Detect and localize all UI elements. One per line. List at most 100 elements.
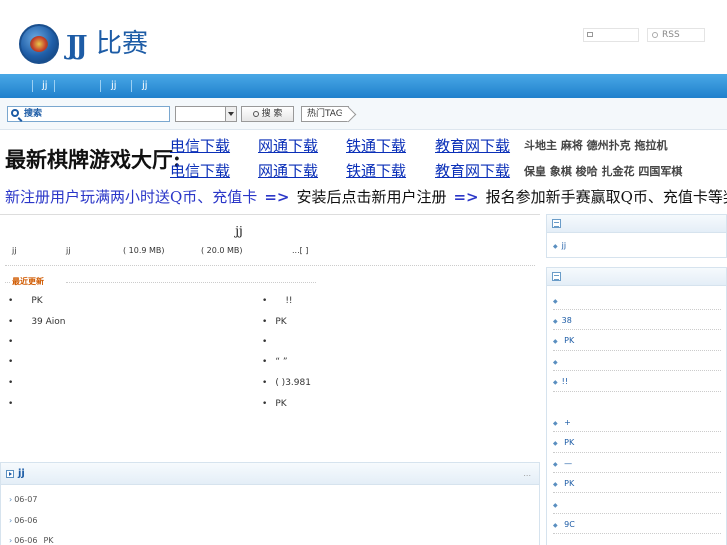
- nav-separator: [32, 80, 33, 92]
- article-read-more[interactable]: ...[ ]: [292, 246, 308, 255]
- sidebar-item[interactable]: ◆: [553, 357, 562, 366]
- recent-item[interactable]: •: [8, 357, 31, 367]
- download-tietong-link[interactable]: 铁通下载: [346, 137, 406, 155]
- divider: [5, 265, 535, 266]
- sidebar-item[interactable]: ◆ PK: [553, 479, 574, 488]
- recent-item[interactable]: • PK: [262, 399, 287, 409]
- logo-globe-icon[interactable]: [19, 24, 59, 64]
- recent-item[interactable]: •: [8, 337, 31, 347]
- recent-item[interactable]: • PK: [262, 317, 287, 327]
- download-netcom-link[interactable]: 网通下载: [258, 137, 318, 155]
- arrow-icon: =>: [453, 188, 479, 206]
- top-link-box[interactable]: [583, 28, 639, 42]
- recent-item[interactable]: • PK: [8, 296, 43, 306]
- divider: [553, 370, 721, 371]
- divider: [66, 282, 316, 283]
- divider: [553, 533, 721, 534]
- download-telecom-link-2[interactable]: 电信下载: [170, 162, 230, 180]
- sidebar-item[interactable]: ◆ —: [553, 459, 572, 468]
- game-list-row1[interactable]: 斗地主 麻将 德州扑克 拖拉机: [524, 139, 668, 153]
- news-list-box: jj ... › 06-07 › 06-06 › 06-06 PK: [0, 462, 540, 545]
- nav-item-3[interactable]: jj: [142, 80, 148, 92]
- main-article: jj jj jj ( 10.9 MB) ( 20.0 MB) ...[ ] 最近…: [0, 214, 540, 457]
- recent-item[interactable]: •: [8, 399, 31, 409]
- nav-item-2[interactable]: jj: [111, 80, 117, 92]
- download-netcom-link-2[interactable]: 网通下载: [258, 162, 318, 180]
- recent-item[interactable]: • 39 Aion: [8, 317, 66, 327]
- download-tietong-link-2[interactable]: 铁通下载: [346, 162, 406, 180]
- nav-bar: jj jj jj: [0, 74, 727, 98]
- article-size-2: ( 20.0 MB): [201, 246, 243, 255]
- news-list-title[interactable]: jj: [18, 468, 25, 479]
- play-icon: [6, 470, 14, 478]
- logo-jj[interactable]: JJ: [66, 33, 88, 59]
- divider: [553, 391, 721, 392]
- search-input-label: 搜索: [24, 109, 43, 119]
- search-input[interactable]: 搜索: [7, 106, 170, 122]
- search-icon: [11, 109, 19, 117]
- divider: [553, 513, 721, 514]
- recent-item[interactable]: • “ ”: [262, 357, 288, 367]
- divider: [553, 492, 721, 493]
- document-icon: [552, 219, 561, 228]
- sidebar-item[interactable]: ◆: [553, 296, 562, 305]
- chevron-down-icon[interactable]: [225, 107, 236, 121]
- sidebar-item[interactable]: ◆ PK: [553, 336, 574, 345]
- banner-title: 最新棋牌游戏大厅:: [5, 147, 181, 172]
- divider: [553, 350, 721, 351]
- game-list-row2[interactable]: 保皇 象棋 梭哈 扎金花 四国军棋: [524, 165, 682, 179]
- sidebar-item[interactable]: ◆ 38: [553, 316, 572, 325]
- mail-icon: [587, 32, 593, 37]
- recent-heading: 最近更新: [12, 277, 44, 286]
- search-button[interactable]: 搜 索: [241, 106, 294, 122]
- divider: [553, 329, 721, 330]
- recent-item[interactable]: •: [262, 337, 285, 347]
- list-item[interactable]: › 06-07: [9, 495, 43, 504]
- recent-item[interactable]: •!!: [262, 296, 293, 306]
- hot-tag-button[interactable]: 热门TAG: [301, 106, 349, 122]
- news-list-header: jj ...: [1, 463, 539, 485]
- search-category-select[interactable]: [175, 106, 237, 122]
- divider: [553, 431, 721, 432]
- nav-separator: [131, 80, 132, 92]
- article-title: jj: [235, 224, 243, 238]
- list-item[interactable]: › 06-06 PK: [9, 536, 54, 545]
- header: JJ 比赛 RSS: [0, 0, 727, 74]
- sidebar-box-1: ◆ jj: [546, 214, 727, 258]
- sidebar-item[interactable]: ◆!!: [553, 377, 568, 386]
- recent-item[interactable]: •: [8, 378, 31, 388]
- sidebar-item[interactable]: ◆ 9C: [553, 520, 575, 529]
- recent-item[interactable]: •( )3.981: [262, 378, 311, 388]
- document-icon: [552, 272, 561, 281]
- search-icon: [252, 111, 259, 117]
- nav-separator: [54, 80, 55, 92]
- list-item[interactable]: › 06-06: [9, 516, 43, 525]
- divider: [553, 472, 721, 473]
- search-row: 搜索 搜 索 热门TAG: [0, 98, 727, 130]
- promo-text-3: 报名参加新手赛赢取Q币、充值卡等奖励: [485, 188, 727, 206]
- arrow-icon: =>: [264, 188, 290, 206]
- logo-text[interactable]: 比赛: [96, 28, 148, 60]
- rss-label: RSS: [662, 30, 680, 40]
- promo-text-2: 安装后点击新用户注册: [296, 188, 447, 206]
- sidebar-item[interactable]: ◆ +: [553, 418, 571, 427]
- article-meta-a: jj: [12, 246, 17, 255]
- sidebar-box-2: ◆ ◆ 38 ◆ PK ◆ ◆!! ◆ + ◆ PK ◆ — ◆ PK ◆ ◆ 9…: [546, 267, 727, 545]
- download-telecom-link[interactable]: 电信下载: [170, 137, 230, 155]
- more-link[interactable]: ...: [523, 469, 531, 478]
- promo-strip: 新注册用户玩满两小时送Q币、充值卡 => 安装后点击新用户注册 => 报名参加新手赛赢取…: [5, 185, 727, 209]
- nav-item-1[interactable]: jj: [42, 80, 48, 92]
- promo-text-1: 新注册用户玩满两小时送Q币、充值卡: [5, 188, 258, 206]
- sidebar-item[interactable]: ◆ PK: [553, 438, 574, 447]
- rss-icon: [652, 32, 658, 38]
- divider: [553, 309, 721, 310]
- sidebar-item[interactable]: ◆ jj: [553, 241, 566, 250]
- divider: [553, 452, 721, 453]
- search-button-label: 搜 索: [261, 109, 283, 119]
- sidebar-box-header: [547, 268, 726, 286]
- sidebar-box-header: [547, 215, 726, 233]
- download-edu-link-2[interactable]: 教育网下载: [435, 162, 510, 180]
- download-edu-link[interactable]: 教育网下载: [435, 137, 510, 155]
- rss-link[interactable]: RSS: [647, 28, 705, 42]
- sidebar-item[interactable]: ◆: [553, 500, 562, 509]
